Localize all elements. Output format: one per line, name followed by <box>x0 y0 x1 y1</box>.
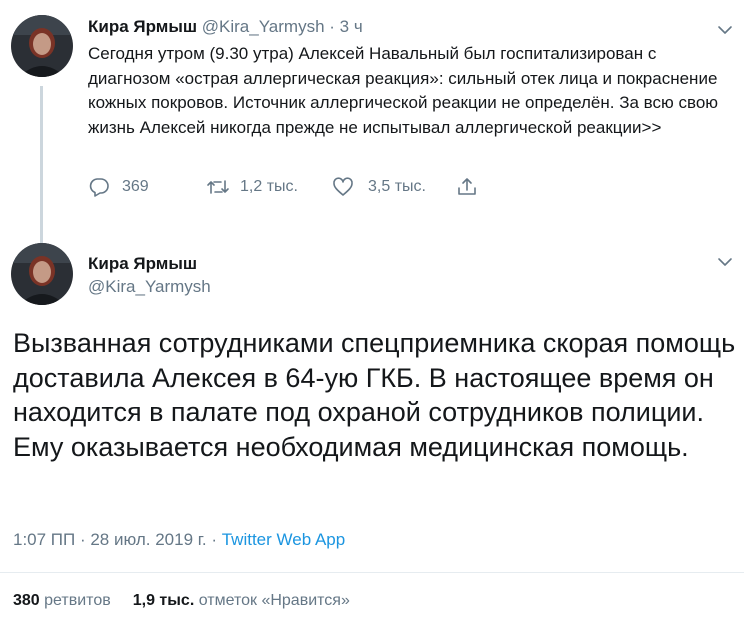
author-name[interactable]: Кира Ярмыш <box>88 17 197 36</box>
author-handle[interactable]: @Kira_Yarmysh <box>88 277 211 297</box>
avatar[interactable] <box>11 243 73 305</box>
reply-button[interactable]: 369 <box>88 174 149 200</box>
like-icon <box>332 176 354 198</box>
header-separator: · <box>324 17 340 36</box>
tweet-stats: 380 ретвитов 1,9 тыс. отметок «Нравится» <box>13 592 350 610</box>
author-name[interactable]: Кира Ярмыш <box>88 254 197 274</box>
tweet-time[interactable]: 3 ч <box>340 17 363 36</box>
retweet-icon <box>206 176 230 198</box>
avatar[interactable] <box>11 15 73 77</box>
reply-count: 369 <box>122 178 149 195</box>
likes-stat[interactable]: 1,9 тыс. отметок «Нравится» <box>133 592 350 609</box>
source-app-link[interactable]: Twitter Web App <box>222 530 345 549</box>
tweet-meta: 1:07 ПП · 28 июл. 2019 г. · Twitter Web … <box>13 530 345 550</box>
share-icon <box>456 176 478 198</box>
author-handle[interactable]: @Kira_Yarmysh <box>202 17 325 36</box>
tweet1-actions: 369 1,2 тыс. 3,5 тыс. <box>88 174 508 200</box>
chevron-down-icon[interactable] <box>717 254 733 266</box>
tweet1-header: Кира Ярмыш @Kira_Yarmysh · 3 ч <box>88 17 363 37</box>
like-button[interactable]: 3,5 тыс. <box>332 174 426 200</box>
tweet1-text: Сегодня утром (9.30 утра) Алексей Наваль… <box>88 44 719 137</box>
retweet-count: 380 <box>13 592 40 609</box>
tweet2-text: Вызванная сотрудниками спецприемника ско… <box>13 328 736 462</box>
share-button[interactable] <box>456 174 478 200</box>
like-count: 3,5 тыс. <box>368 178 426 195</box>
tweet-timestamp[interactable]: 1:07 ПП · 28 июл. 2019 г. · <box>13 530 222 549</box>
like-label: отметок «Нравится» <box>194 592 350 609</box>
chevron-down-icon[interactable] <box>717 22 733 34</box>
divider <box>0 572 744 573</box>
thread-line <box>40 86 43 244</box>
like-count: 1,9 тыс. <box>132 592 195 609</box>
retweets-stat[interactable]: 380 ретвитов <box>13 592 111 609</box>
retweet-button[interactable]: 1,2 тыс. <box>206 174 298 200</box>
retweet-count: 1,2 тыс. <box>240 178 298 195</box>
retweet-label: ретвитов <box>39 592 111 609</box>
reply-icon <box>88 176 110 198</box>
